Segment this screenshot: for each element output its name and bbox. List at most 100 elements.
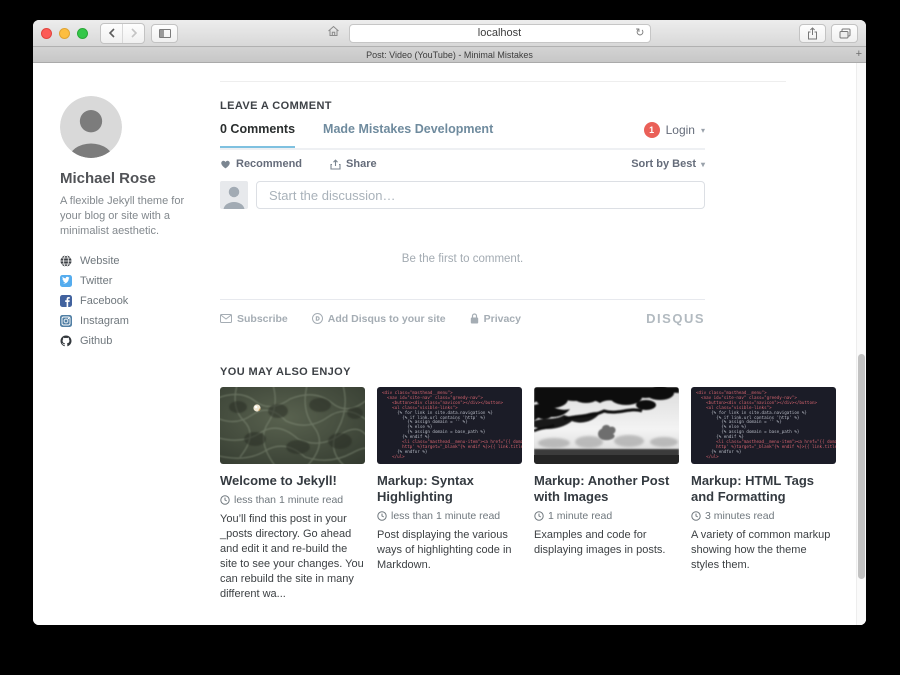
guest-avatar xyxy=(220,181,248,209)
nav-buttons xyxy=(100,23,145,44)
post-meta: 3 minutes read xyxy=(691,510,836,522)
related-posts-grid: Welcome to Jekyll! less than 1 minute re… xyxy=(220,387,838,602)
post-title[interactable]: Markup: HTML Tags and Formatting xyxy=(691,473,836,505)
notification-badge[interactable]: 1 xyxy=(644,122,660,138)
related-card: Markup: Another Post with Images 1 minut… xyxy=(534,387,679,602)
forward-button[interactable] xyxy=(122,24,144,43)
comment-input[interactable] xyxy=(256,181,705,209)
empty-state-message: Be the first to comment. xyxy=(220,253,705,265)
login-menu[interactable]: 1 Login xyxy=(644,122,705,138)
zoom-window-button[interactable] xyxy=(77,28,88,39)
read-time: less than 1 minute read xyxy=(391,510,500,522)
traffic-lights xyxy=(41,28,88,39)
sidebar-link-website[interactable]: Website xyxy=(60,251,208,271)
read-time: 3 minutes read xyxy=(705,510,774,522)
recommend-button[interactable]: Recommend xyxy=(220,158,302,170)
sidebar-icon xyxy=(159,29,171,38)
post-thumbnail-code[interactable]: <div class="masthead__menu"> <nav id="si… xyxy=(691,387,836,464)
clock-icon xyxy=(534,511,544,521)
sidebar-link-instagram[interactable]: Instagram xyxy=(60,311,208,331)
link-label: Website xyxy=(80,255,120,267)
scrollbar-thumb[interactable] xyxy=(858,354,865,579)
related-posts-section: YOU MAY ALSO ENJOY xyxy=(220,366,838,602)
login-label: Login xyxy=(666,123,695,137)
disqus-logo[interactable]: DISQUS xyxy=(646,311,705,326)
minimize-window-button[interactable] xyxy=(59,28,70,39)
facebook-icon xyxy=(60,295,72,307)
read-time: 1 minute read xyxy=(548,510,612,522)
comments-section: LEAVE A COMMENT 0 Comments Made Mistakes… xyxy=(220,100,705,326)
link-label: Github xyxy=(80,335,112,347)
related-card: <div class="masthead__menu"> <nav id="si… xyxy=(377,387,522,602)
sidebar-link-facebook[interactable]: Facebook xyxy=(60,291,208,311)
share-label: Share xyxy=(346,158,377,170)
disqus-d-icon xyxy=(312,313,323,324)
browser-toolbar: localhost xyxy=(33,20,866,47)
globe-icon xyxy=(60,255,72,267)
home-icon xyxy=(327,25,340,37)
post-title[interactable]: Welcome to Jekyll! xyxy=(220,473,365,489)
tab-community[interactable]: Made Mistakes Development xyxy=(323,122,493,136)
post-title[interactable]: Markup: Another Post with Images xyxy=(534,473,679,505)
refresh-icon[interactable] xyxy=(635,25,644,42)
share-page-button[interactable] xyxy=(799,24,826,43)
link-label: Facebook xyxy=(80,295,128,307)
share-arrow-icon xyxy=(330,159,341,170)
share-thread-button[interactable]: Share xyxy=(330,158,377,170)
url-zone: localhost xyxy=(184,24,793,43)
subscribe-label: Subscribe xyxy=(237,313,288,325)
tab-active[interactable]: Post: Video (YouTube) - Minimal Mistakes xyxy=(366,50,533,60)
address-bar[interactable]: localhost xyxy=(349,24,651,43)
disqus-footer-divider xyxy=(220,299,705,300)
post-thumbnail-fog-tree[interactable] xyxy=(534,387,679,464)
related-card: <div class="masthead__menu"> <nav id="si… xyxy=(691,387,836,602)
disqus-actions-row: Recommend Share Sort by Best xyxy=(220,158,705,170)
comment-compose xyxy=(220,181,705,209)
sidebar-link-github[interactable]: Github xyxy=(60,331,208,351)
author-name: Michael Rose xyxy=(60,170,208,187)
related-card: Welcome to Jekyll! less than 1 minute re… xyxy=(220,387,365,602)
sidebar-toggle-button[interactable] xyxy=(151,24,178,43)
sidebar-link-twitter[interactable]: Twitter xyxy=(60,271,208,291)
sort-menu[interactable]: Sort by Best xyxy=(631,158,705,170)
link-label: Instagram xyxy=(80,315,129,327)
lock-icon xyxy=(470,313,479,324)
privacy-label: Privacy xyxy=(484,313,521,325)
post-meta: less than 1 minute read xyxy=(220,494,365,506)
post-excerpt: You’ll find this post in your _posts dir… xyxy=(220,512,365,602)
comments-heading: LEAVE A COMMENT xyxy=(220,100,705,112)
post-excerpt: A variety of common markup showing how t… xyxy=(691,528,836,573)
url-text: localhost xyxy=(478,27,521,39)
sort-label: Sort by Best xyxy=(631,158,696,170)
tab-comments-count[interactable]: 0 Comments xyxy=(220,122,295,136)
author-avatar xyxy=(60,96,122,158)
disqus-header: 0 Comments Made Mistakes Development 1 L… xyxy=(220,122,705,150)
new-tab-button[interactable] xyxy=(856,47,862,62)
author-profile: Michael Rose A flexible Jekyll theme for… xyxy=(60,96,208,351)
section-divider xyxy=(220,81,786,82)
post-thumbnail-code[interactable]: <div class="masthead__menu"> <nav id="si… xyxy=(377,387,522,464)
privacy-link[interactable]: Privacy xyxy=(470,313,521,325)
post-title[interactable]: Markup: Syntax Highlighting xyxy=(377,473,522,505)
envelope-icon xyxy=(220,314,232,323)
back-button[interactable] xyxy=(101,24,122,43)
scrollbar-track[interactable] xyxy=(856,63,866,625)
close-window-button[interactable] xyxy=(41,28,52,39)
post-excerpt: Examples and code for displaying images … xyxy=(534,528,679,558)
home-button[interactable] xyxy=(327,24,340,42)
clock-icon xyxy=(691,511,701,521)
post-thumbnail-green-foam[interactable] xyxy=(220,387,365,464)
tab-overview-button[interactable] xyxy=(831,24,858,43)
chevron-right-icon xyxy=(130,28,138,38)
related-heading: YOU MAY ALSO ENJOY xyxy=(220,366,838,378)
add-disqus-link[interactable]: Add Disqus to your site xyxy=(312,313,446,325)
read-time: less than 1 minute read xyxy=(234,494,343,506)
instagram-icon xyxy=(60,315,72,327)
add-disqus-label: Add Disqus to your site xyxy=(328,313,446,325)
chevron-left-icon xyxy=(108,28,116,38)
subscribe-link[interactable]: Subscribe xyxy=(220,313,288,325)
post-excerpt: Post displaying the various ways of high… xyxy=(377,528,522,573)
disqus-footer: Subscribe Add Disqus to your site Privac… xyxy=(220,311,705,326)
post-meta: 1 minute read xyxy=(534,510,679,522)
page-content: Michael Rose A flexible Jekyll theme for… xyxy=(33,63,866,625)
